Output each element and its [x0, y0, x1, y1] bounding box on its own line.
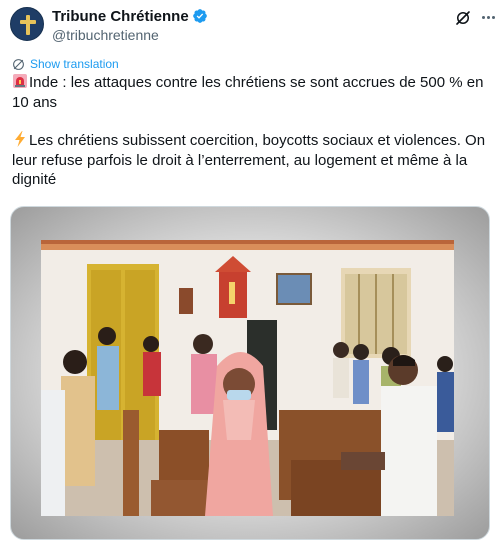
- more-dots-icon[interactable]: [478, 7, 498, 27]
- siren-icon: [13, 74, 27, 88]
- photo-image: [41, 240, 454, 516]
- church-photo[interactable]: [41, 240, 454, 516]
- tweet-header: Tribune Chrétienne @tribuchretienne: [10, 7, 495, 45]
- verified-badge-icon: [192, 9, 207, 23]
- show-translation-label[interactable]: Show translation: [30, 57, 119, 71]
- account-names[interactable]: Tribune Chrétienne @tribuchretienne: [52, 7, 208, 45]
- media-card[interactable]: [10, 206, 490, 540]
- lightning-icon: [15, 131, 25, 147]
- handle[interactable]: @tribuchretienne: [52, 27, 208, 45]
- tweet-text: Inde : les attaques contre les chrétiens…: [12, 73, 490, 190]
- cross-icon: [26, 15, 30, 35]
- avatar[interactable]: [10, 7, 44, 41]
- tweet-paragraph-text: Inde : les attaques contre les chrétiens…: [12, 74, 484, 111]
- show-translation-link[interactable]: Show translation: [12, 56, 119, 72]
- tweet-paragraph: Les chrétiens subissent coercition, boyc…: [12, 131, 490, 190]
- translate-icon: [13, 58, 24, 70]
- display-name[interactable]: Tribune Chrétienne: [52, 8, 189, 25]
- grok-icon[interactable]: [454, 9, 472, 27]
- tweet-paragraph: Inde : les attaques contre les chrétiens…: [12, 73, 490, 112]
- tweet-paragraph-text: Les chrétiens subissent coercition, boyc…: [12, 132, 486, 188]
